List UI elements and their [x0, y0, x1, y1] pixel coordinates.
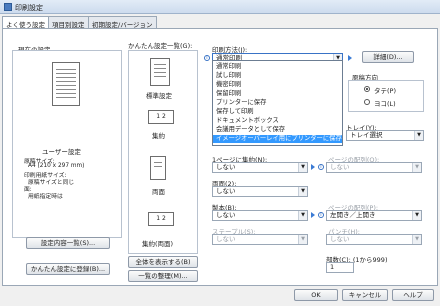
preset-nup-duplex[interactable]: 集約(両面) [142, 238, 173, 248]
staple-select[interactable]: しない ▼ [212, 234, 308, 245]
page-preview [52, 62, 80, 106]
ok-button[interactable]: OK [294, 289, 338, 301]
chevron-down-icon: ▼ [412, 211, 421, 220]
tray-value: トレイ選択 [350, 131, 383, 139]
copies-value: 1 [330, 263, 335, 271]
booklet-value: しない [216, 211, 236, 219]
print-method-option[interactable]: 保留印刷 [213, 90, 342, 98]
duplex-value: しない [216, 187, 236, 195]
show-settings-button[interactable]: 設定内容一覧(S)... [26, 237, 110, 249]
arrow-icon [311, 164, 315, 170]
summary-line: A4 (210 x 297 mm) [28, 163, 85, 169]
nup-order-select[interactable]: しない ▼ [326, 162, 422, 173]
preset-nup[interactable]: 集約 [152, 130, 165, 140]
preset-duplex-icon [150, 156, 166, 180]
summary-line: 原稿サイズと同じ [28, 180, 75, 186]
chevron-down-icon: ▼ [298, 235, 307, 244]
title-bar: 印刷設定 [0, 0, 440, 14]
summary-title: ユーザー設定 [42, 148, 81, 156]
info-icon: i [204, 55, 210, 61]
cancel-button[interactable]: キャンセル [342, 289, 388, 301]
chevron-down-icon: ▼ [414, 131, 423, 140]
copies-stepper[interactable]: 1 [326, 262, 354, 273]
staple-value: しない [216, 235, 236, 243]
preset-nup-duplex-icon: 1 2 [148, 212, 174, 226]
print-method-dropdown: 通常印刷 試し印刷 機密印刷 保留印刷 プリンターに保存 保存して印刷 ドキュメ… [212, 60, 343, 146]
summary-line: 用紙指定時は [28, 194, 63, 200]
landscape-label[interactable]: ヨコ(L) [374, 98, 396, 108]
chevron-down-icon: ▼ [412, 235, 421, 244]
print-method-option[interactable]: プリンターに保存 [213, 99, 342, 107]
duplex-select[interactable]: しない ▼ [212, 186, 308, 197]
organize-presets-button[interactable]: 一覧の整理(M)... [128, 270, 198, 282]
print-method-option-selected[interactable]: イメージオーバーレイ用にプリンターに保存 [213, 135, 342, 143]
tab-items[interactable]: 項目別設定 [48, 16, 89, 29]
preset-nup-icon: 1 2 [148, 110, 174, 124]
chevron-down-icon: ▼ [412, 163, 421, 172]
page-order-select[interactable]: 左開き／上開き ▼ [326, 210, 422, 221]
preset-duplex[interactable]: 両面 [152, 186, 165, 196]
portrait-radio[interactable] [364, 86, 370, 92]
presets-title: かんたん設定一覧(G): [128, 42, 193, 50]
nup-value: しない [216, 163, 236, 171]
booklet-select[interactable]: しない ▼ [212, 210, 308, 221]
info-icon: i [318, 212, 324, 218]
nup-order-value: しない [330, 163, 350, 171]
tray-select[interactable]: トレイ選択 ▼ [346, 130, 424, 141]
register-preset-button[interactable]: かんたん設定に登録(B)... [26, 263, 110, 275]
arrow-icon [311, 212, 315, 218]
details-button[interactable]: 詳細(D)... [362, 51, 414, 63]
show-all-button[interactable]: 全体を表示する(B) [128, 256, 198, 268]
print-method-option[interactable]: 会議用データとして保存 [213, 126, 342, 134]
print-method-option[interactable]: 通常印刷 [213, 63, 342, 71]
preset-standard[interactable]: 標準設定 [146, 90, 172, 100]
print-method-option[interactable]: 保存して印刷 [213, 108, 342, 116]
arrow-icon [348, 55, 352, 61]
punch-value: しない [330, 235, 350, 243]
print-method-option[interactable]: 機密印刷 [213, 81, 342, 89]
page-order-value: 左開き／上開き [330, 211, 376, 219]
chevron-down-icon: ▼ [298, 211, 307, 220]
portrait-label[interactable]: タテ(P) [374, 85, 396, 95]
printer-icon [4, 3, 12, 11]
landscape-radio[interactable] [364, 99, 370, 105]
window-title: 印刷設定 [15, 4, 43, 12]
chevron-down-icon: ▼ [298, 163, 307, 172]
print-method-option[interactable]: 試し印刷 [213, 72, 342, 80]
punch-select[interactable]: しない ▼ [326, 234, 422, 245]
nup-select[interactable]: しない ▼ [212, 162, 308, 173]
print-method-option[interactable]: ドキュメントボックス [213, 117, 342, 125]
preset-standard-icon [150, 58, 170, 86]
tab-initial[interactable]: 初期設定/バージョン [88, 16, 157, 29]
help-button[interactable]: ヘルプ [392, 289, 434, 301]
info-icon: i [318, 164, 324, 170]
chevron-down-icon: ▼ [298, 187, 307, 196]
